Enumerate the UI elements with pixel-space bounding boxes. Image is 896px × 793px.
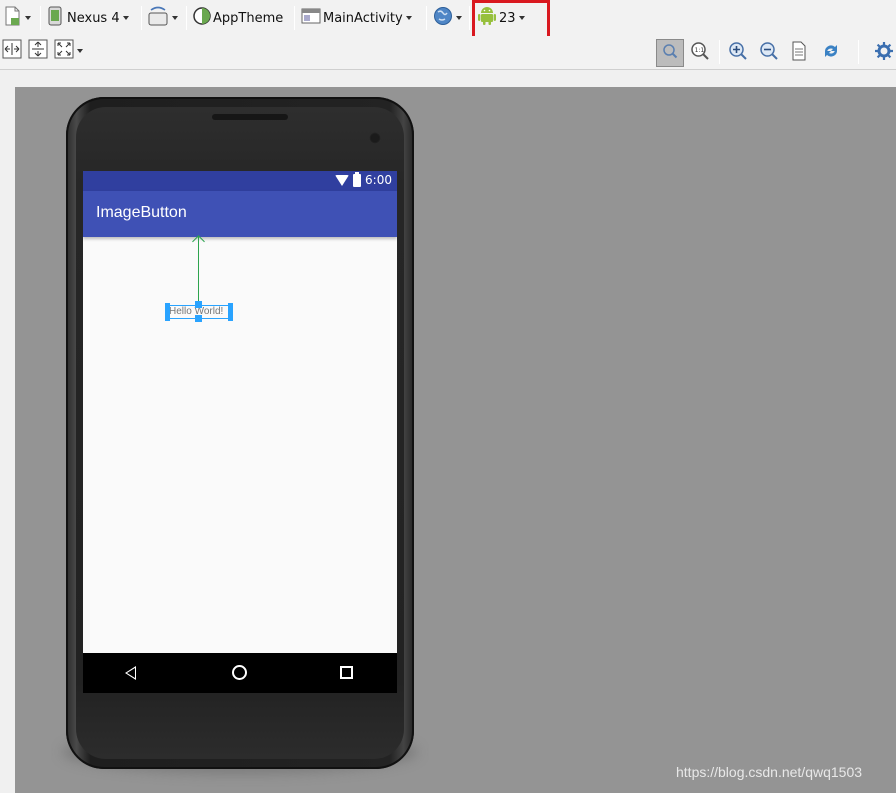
home-icon[interactable] — [232, 665, 247, 680]
zoom-fit-icon: 1:1 — [690, 41, 710, 65]
locale-icon — [433, 6, 453, 30]
fill-icon — [54, 39, 74, 63]
chevron-down-icon — [122, 16, 129, 20]
toolbar-separator — [141, 6, 142, 30]
back-icon[interactable] — [125, 666, 136, 680]
app-title: ImageButton — [96, 204, 187, 221]
toolbar-separator — [469, 6, 470, 30]
activity-icon — [301, 7, 321, 29]
view-toolbar: 1:1 — [0, 36, 896, 70]
zoom-out-button[interactable] — [759, 41, 779, 65]
watermark: https://blog.csdn.net/qwq1503 — [676, 764, 863, 780]
activity-dropdown[interactable]: MainActivity — [301, 6, 412, 30]
battery-icon — [353, 172, 361, 187]
zoom-out-icon — [759, 41, 779, 65]
device-dropdown[interactable]: Nexus 4 — [47, 6, 129, 30]
device-icon — [47, 6, 63, 30]
resize-handle-right[interactable] — [228, 303, 233, 321]
svg-text:1:1: 1:1 — [695, 47, 705, 54]
navigation-bar — [83, 653, 397, 693]
document-icon — [791, 41, 807, 65]
expand-vertical-button[interactable] — [28, 39, 48, 63]
zoom-in-button[interactable] — [728, 41, 748, 65]
zoom-in-icon — [728, 41, 748, 65]
settings-icon — [874, 41, 894, 65]
toolbar-separator — [294, 6, 295, 30]
earpiece — [212, 114, 288, 120]
locale-dropdown[interactable] — [433, 6, 462, 30]
toolbar-separator — [40, 6, 41, 30]
constraint-arrow-icon — [192, 235, 205, 248]
new-layout-icon — [4, 6, 22, 30]
refresh-button[interactable] — [821, 41, 841, 65]
settings-button[interactable] — [874, 41, 894, 65]
recents-icon[interactable] — [340, 666, 353, 679]
toolbar-separator — [858, 40, 859, 64]
orientation-icon — [147, 6, 169, 30]
status-time: 6:00 — [365, 173, 392, 187]
expand-horizontal-icon — [2, 39, 22, 63]
resize-handle-left[interactable] — [165, 303, 170, 321]
resize-handle-top[interactable] — [195, 301, 202, 308]
chevron-down-icon — [77, 49, 83, 53]
chevron-down-icon — [25, 16, 31, 20]
app-bar: ImageButton — [83, 191, 397, 237]
resize-handle-bottom[interactable] — [195, 315, 202, 322]
refresh-icon — [821, 41, 841, 65]
device-screen[interactable]: 6:00 ImageButton Hello World! — [83, 171, 397, 693]
chevron-down-icon — [172, 16, 178, 20]
front-camera — [369, 132, 381, 144]
toolbar-separator — [186, 6, 187, 30]
expand-vertical-icon — [28, 39, 48, 63]
chevron-down-icon — [456, 16, 462, 20]
status-bar: 6:00 — [83, 171, 397, 191]
chevron-down-icon — [405, 16, 412, 20]
editor-toolbar: Nexus 4 AppTheme MainActivity 23 — [0, 0, 896, 42]
fill-dropdown[interactable] — [54, 39, 83, 63]
wifi-icon — [335, 175, 349, 186]
expand-horizontal-button[interactable] — [2, 39, 22, 63]
new-layout-dropdown[interactable] — [4, 6, 31, 30]
zoom-actual-button[interactable] — [656, 39, 684, 67]
theme-label: AppTheme — [213, 10, 284, 26]
orientation-dropdown[interactable] — [147, 6, 178, 30]
theme-icon — [193, 7, 211, 29]
toolbar-separator — [719, 40, 720, 64]
device-label: Nexus 4 — [67, 10, 120, 26]
theme-dropdown[interactable]: AppTheme — [193, 6, 283, 30]
activity-label: MainActivity — [323, 10, 403, 26]
screenshot-button[interactable] — [791, 41, 807, 65]
toolbar-separator — [426, 6, 427, 30]
zoom-actual-icon — [662, 43, 678, 63]
zoom-fit-button[interactable]: 1:1 — [690, 41, 710, 65]
